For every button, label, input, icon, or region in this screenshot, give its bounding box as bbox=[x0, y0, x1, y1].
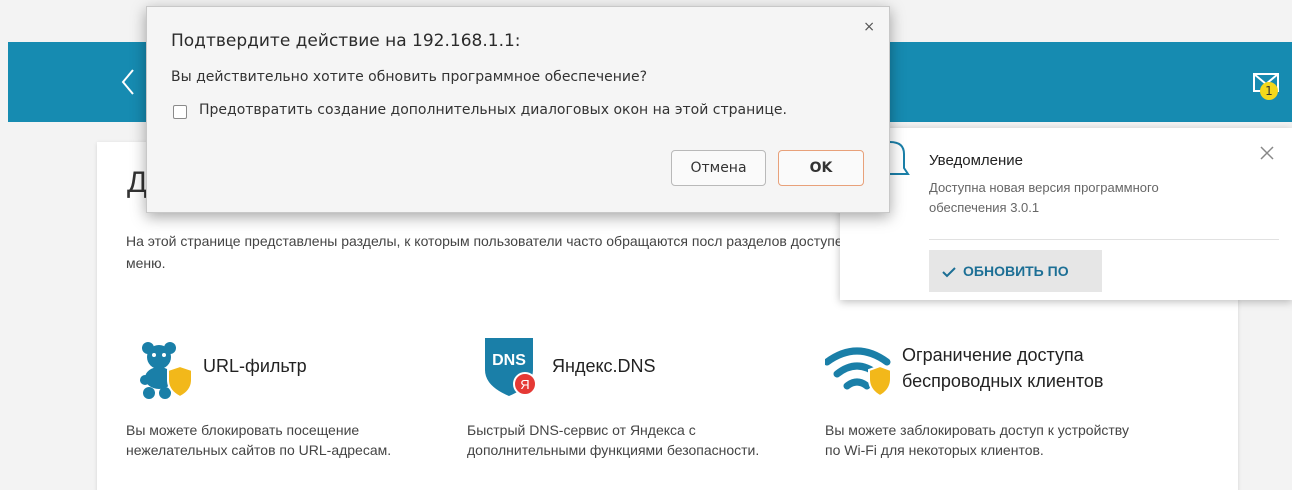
notification-panel: Уведомление Доступна новая версия програ… bbox=[840, 128, 1292, 300]
update-firmware-label: ОБНОВИТЬ ПО bbox=[963, 263, 1069, 279]
yandex-badge-text: Я bbox=[520, 377, 529, 392]
suppress-dialogs-checkbox[interactable] bbox=[173, 105, 187, 119]
notification-count-badge[interactable]: 1 bbox=[1260, 82, 1278, 100]
suppress-dialogs-label[interactable]: Предотвратить создание дополнительных ди… bbox=[199, 102, 787, 118]
tile-yandex-dns-description: Быстрый DNS-сервис от Яндекса с дополнит… bbox=[467, 422, 760, 458]
teddy-bear-shield-icon[interactable] bbox=[135, 340, 195, 400]
confirm-dialog: × Подтвердите действие на 192.168.1.1: В… bbox=[146, 6, 890, 213]
dialog-close-button[interactable]: × bbox=[863, 19, 875, 35]
cancel-button[interactable]: Отмена bbox=[671, 150, 766, 186]
dialog-message: Вы действительно хотите обновить програм… bbox=[171, 69, 648, 85]
wifi-shield-icon[interactable] bbox=[825, 346, 895, 402]
dns-icon-text: DNS bbox=[492, 352, 526, 369]
tile-url-filter-description: Вы можете блокировать посещение нежелате… bbox=[126, 422, 392, 458]
tile-wireless-clients-title[interactable]: Ограничение доступа беспроводных клиенто… bbox=[902, 342, 1132, 394]
page-intro: На этой странице представлены разделы, к… bbox=[126, 233, 862, 271]
notification-title: Уведомление bbox=[929, 152, 1024, 169]
dialog-title: Подтвердите действие на 192.168.1.1: bbox=[171, 31, 521, 51]
back-arrow-icon[interactable] bbox=[114, 64, 142, 100]
tile-wireless-clients-description: Вы можете заблокировать доступ к устройс… bbox=[825, 422, 1129, 458]
yandex-dns-icon[interactable]: DNS Я bbox=[481, 334, 541, 400]
ok-button[interactable]: OK bbox=[778, 150, 864, 186]
close-icon[interactable] bbox=[1258, 144, 1276, 162]
tile-url-filter-title[interactable]: URL-фильтр bbox=[203, 353, 307, 379]
divider bbox=[929, 239, 1279, 240]
checkmark-icon bbox=[942, 267, 956, 278]
page-title: Д bbox=[127, 166, 148, 199]
notification-text: Доступна новая версия программного обесп… bbox=[929, 180, 1159, 215]
update-firmware-button[interactable]: ОБНОВИТЬ ПО bbox=[929, 250, 1102, 292]
tile-yandex-dns-title[interactable]: Яндекс.DNS bbox=[552, 353, 656, 379]
